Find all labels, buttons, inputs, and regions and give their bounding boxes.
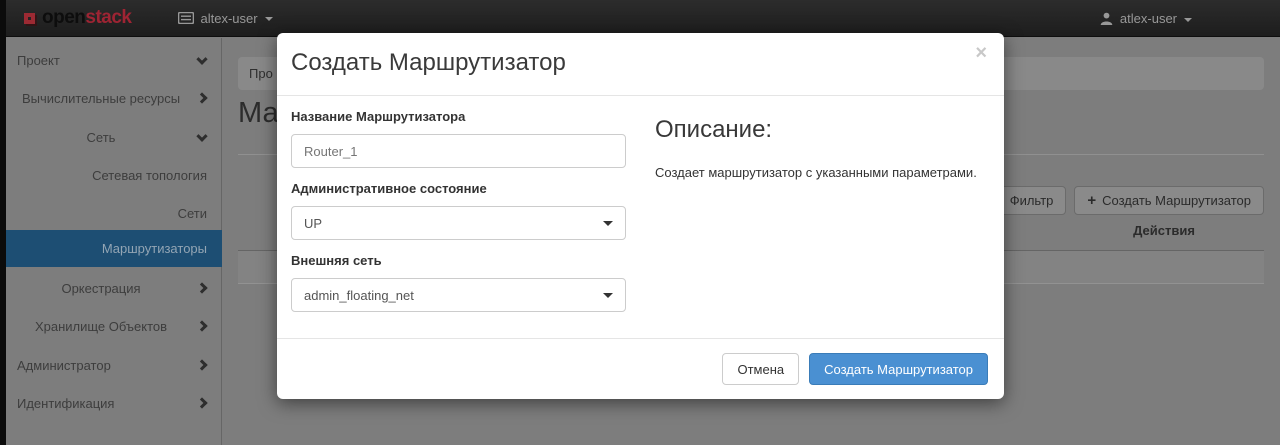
sidebar-item-orchestration[interactable]: Оркестрация <box>6 269 222 307</box>
chevron-right-icon <box>196 282 207 293</box>
sidebar-item-routers[interactable]: Маршрутизаторы <box>6 230 222 267</box>
submit-create-router-button[interactable]: Создать Маршрутизатор <box>809 353 988 385</box>
admin-state-value: UP <box>304 216 322 231</box>
admin-state-label: Административное состояние <box>291 181 626 196</box>
sidebar-item-network-topology[interactable]: Сетевая топология <box>6 156 222 194</box>
left-edge-strip <box>0 0 6 445</box>
sidebar: Проект Вычислительные ресурсы Сеть Сетев… <box>6 38 222 445</box>
router-name-label: Название Маршрутизатора <box>291 109 626 124</box>
table-actions-row: Фильтр + Создать Маршрутизатор <box>997 186 1264 215</box>
external-network-select[interactable]: admin_floating_net <box>291 278 626 312</box>
logo-stack-text: stack <box>85 7 131 28</box>
openstack-logo[interactable]: openstack <box>24 7 132 29</box>
modal-title: Создать Маршрутизатор <box>291 49 566 77</box>
create-router-button-label: Создать Маршрутизатор <box>1102 193 1251 208</box>
external-network-value: admin_floating_net <box>304 288 414 303</box>
openstack-wordmark: openstack <box>42 7 132 29</box>
external-network-label: Внешняя сеть <box>291 253 626 268</box>
close-icon[interactable]: × <box>975 42 987 65</box>
chevron-right-icon <box>196 320 207 331</box>
chevron-down-icon <box>1184 18 1192 22</box>
sidebar-item-admin[interactable]: Администратор <box>6 346 222 384</box>
openstack-cube-icon <box>24 13 35 24</box>
chevron-right-icon <box>196 359 207 370</box>
modal-description: Описание: Создает маршрутизатор с указан… <box>655 96 990 182</box>
description-text: Создает маршрутизатор с указанными парам… <box>655 164 990 182</box>
chevron-down-icon <box>196 131 207 142</box>
table-header-actions: Действия <box>1064 223 1264 238</box>
chevron-right-icon <box>196 92 207 103</box>
user-name: atlex-user <box>1120 11 1177 26</box>
sidebar-item-object-store[interactable]: Хранилище Объектов <box>6 307 222 345</box>
cancel-button[interactable]: Отмена <box>722 353 799 385</box>
admin-state-select[interactable]: UP <box>291 206 626 240</box>
filter-button[interactable]: Фильтр <box>997 186 1067 215</box>
router-form: Название Маршрутизатора Административное… <box>291 96 626 312</box>
breadcrumb-text: Про <box>249 66 273 81</box>
sidebar-item-label: Администратор <box>17 358 111 373</box>
user-icon <box>1100 12 1113 25</box>
filter-button-label: Фильтр <box>1010 193 1054 208</box>
sidebar-item-label: Сетевая топология <box>92 168 207 183</box>
sidebar-item-label: Оркестрация <box>61 281 140 296</box>
sidebar-item-label: Вычислительные ресурсы <box>22 91 180 106</box>
project-list-icon <box>178 12 194 24</box>
chevron-down-icon <box>196 54 207 65</box>
create-router-modal: Создать Маршрутизатор × Название Маршрут… <box>277 33 1004 399</box>
sidebar-item-networks[interactable]: Сети <box>6 194 222 232</box>
sidebar-item-identity[interactable]: Идентификация <box>6 384 222 422</box>
modal-header: Создать Маршрутизатор × <box>277 33 1004 96</box>
sidebar-item-project[interactable]: Проект <box>6 41 222 79</box>
sidebar-item-label: Маршрутизаторы <box>102 241 207 256</box>
logo-open-text: open <box>42 7 85 28</box>
caret-down-icon <box>603 293 613 298</box>
sidebar-item-compute[interactable]: Вычислительные ресурсы <box>6 79 222 117</box>
sidebar-item-label: Хранилище Объектов <box>35 319 167 334</box>
modal-body: Название Маршрутизатора Административное… <box>277 96 1004 338</box>
sidebar-item-label: Проект <box>17 53 60 68</box>
page-title: Ма <box>238 97 279 130</box>
description-heading: Описание: <box>655 116 990 144</box>
user-dropdown[interactable]: atlex-user <box>1100 0 1192 37</box>
router-name-input[interactable] <box>291 134 626 168</box>
tenant-dropdown[interactable]: altex-user <box>178 11 273 26</box>
sidebar-item-label: Сети <box>178 206 207 221</box>
chevron-right-icon <box>196 397 207 408</box>
caret-down-icon <box>603 221 613 226</box>
plus-icon: + <box>1087 192 1096 209</box>
create-router-button[interactable]: + Создать Маршрутизатор <box>1074 186 1264 215</box>
tenant-name: altex-user <box>201 11 258 26</box>
top-navbar: openstack altex-user atlex-user <box>0 0 1280 37</box>
sidebar-item-label: Идентификация <box>17 396 114 411</box>
sidebar-item-network[interactable]: Сеть <box>6 118 222 156</box>
modal-footer: Отмена Создать Маршрутизатор <box>277 338 1004 399</box>
chevron-down-icon <box>265 17 273 21</box>
sidebar-item-label: Сеть <box>87 130 116 145</box>
